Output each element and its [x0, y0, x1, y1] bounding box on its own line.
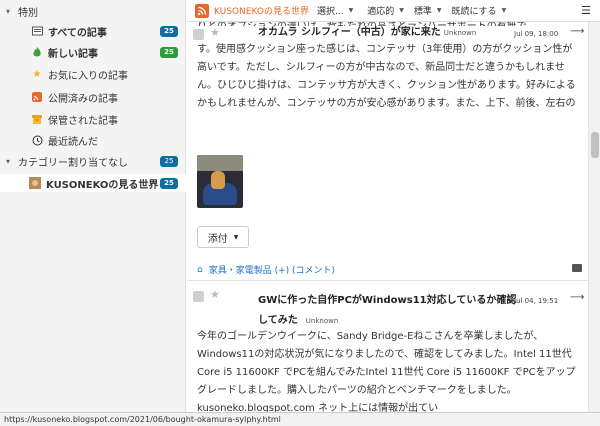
sidebar-item-label: KUSONEKOの見る世界 [46, 179, 159, 191]
sidebar-item-recently-read[interactable]: 最近読んだ [0, 131, 186, 149]
scrollbar-thumb[interactable] [591, 132, 599, 158]
unread-count-badge: 25 [160, 46, 178, 58]
article-body: す。使用感クッション座った感じは、コンテッサ（3年使用）の方がクッション性が高い… [197, 44, 576, 109]
sidebar-item-favorites[interactable]: ★ お気に入りの記事 [0, 65, 186, 83]
folder-icon [30, 24, 44, 38]
attachments-label: 添付 [207, 233, 228, 245]
sidebar-section-special[interactable]: ▾ 特別 [0, 2, 186, 20]
sidebar-item-published[interactable]: 公開済みの記事 [0, 88, 186, 106]
chevron-down-icon: ▼ [399, 7, 404, 14]
select-dropdown[interactable]: 選択... ▼ [317, 4, 353, 17]
article-title[interactable]: オカムラ シルフィー（中古）が家に来た [258, 26, 441, 40]
article-list: りとのオプションの違いは、背もたれの高さとランバーサポートの有無で ★ オカムラ… [187, 22, 588, 412]
open-article-arrow-icon[interactable]: ⟶ [570, 26, 584, 37]
collapse-triangle-icon[interactable]: ▾ [6, 157, 16, 166]
unread-count-badge: 25 [160, 25, 178, 37]
sidebar-section-label: カテゴリー割り当てなし [18, 157, 128, 169]
status-url: https://kusoneko.blogspot.com/2021/06/bo… [4, 415, 281, 424]
sort-dropdown[interactable]: 標準 ▼ [414, 4, 442, 17]
view-mode-dropdown[interactable]: 適応的 ▼ [367, 4, 404, 17]
article-tags[interactable]: ⌂ 家具・家電製品 (+) (コメント) [197, 263, 335, 277]
attachments-dropdown[interactable]: 添付 ▼ [197, 226, 249, 248]
article-date: Jul 09, 18:00 [514, 30, 559, 38]
collapse-triangle-icon[interactable]: ▾ [6, 7, 16, 16]
scrollbar[interactable] [588, 22, 600, 412]
image-wall [197, 155, 243, 171]
feed-favicon-icon [28, 176, 42, 190]
sidebar-item-label: すべての記事 [48, 27, 107, 39]
rss-icon [195, 3, 209, 18]
sidebar-item-label: 公開済みの記事 [48, 93, 118, 105]
favorite-star-icon[interactable]: ★ [210, 288, 224, 301]
sidebar-item-label: お気に入りの記事 [48, 70, 128, 82]
unread-count-badge: 25 [160, 177, 178, 189]
article-date: Jul 04, 19:51 [514, 297, 559, 305]
view-mode-label: 適応的 [367, 7, 395, 17]
archive-icon [30, 112, 44, 126]
sidebar-item-archived[interactable]: 保管された記事 [0, 110, 186, 128]
sidebar-item-all-articles[interactable]: すべての記事 25 [0, 22, 186, 40]
sidebar: ▾ 特別 すべての記事 25 新しい記事 25 ★ お気に入りの記事 公開済みの… [0, 0, 186, 426]
article-thumbnail-image[interactable] [197, 155, 243, 208]
sidebar-item-label: 最近読んだ [48, 136, 98, 148]
article-tags-text[interactable]: 家具・家電製品 (+) (コメント) [209, 263, 335, 276]
article-body: 今年のゴールデンウイークに、Sandy Bridge-Eねこさんを卒業しましたが… [197, 331, 576, 412]
tag-icon: ⌂ [197, 264, 203, 275]
unread-count-badge: 25 [160, 155, 178, 167]
favorite-star-icon[interactable]: ★ [210, 26, 224, 39]
article-header[interactable]: ★ GWに作った自作PCがWindows11対応しているか確認してみた Unkn… [187, 288, 588, 328]
chevron-down-icon: ▼ [501, 7, 507, 14]
select-dropdown-label: 選択... [316, 7, 344, 17]
history-icon [30, 133, 44, 147]
sidebar-section-uncategorized[interactable]: ▾ カテゴリー割り当てなし 25 [0, 152, 186, 170]
app-window: ▾ 特別 すべての記事 25 新しい記事 25 ★ お気に入りの記事 公開済みの… [0, 0, 600, 426]
image-cat [211, 171, 225, 189]
sort-label: 標準 [413, 7, 432, 17]
select-checkbox[interactable] [193, 29, 204, 40]
open-article-arrow-icon[interactable]: ⟶ [570, 292, 584, 303]
article-author: Unknown [305, 317, 339, 325]
rss-icon [30, 90, 44, 104]
mark-as-read-label: 既読にする [451, 7, 497, 17]
article-divider [187, 280, 588, 281]
mark-as-read-dropdown[interactable]: 既読にする ▼ [451, 4, 506, 17]
chevron-down-icon: ▼ [348, 7, 354, 14]
article-author: Unknown [443, 29, 477, 37]
sidebar-item-label: 新しい記事 [48, 48, 98, 60]
sidebar-item-feed[interactable]: KUSONEKOの見る世界 25 [0, 174, 186, 192]
star-icon: ★ [32, 68, 42, 80]
flame-icon [30, 45, 44, 59]
chevron-down-icon: ▼ [436, 7, 442, 14]
toolbar: KUSONEKOの見る世界 選択... ▼ 適応的 ▼ 標準 ▼ 既読にする ▼… [187, 0, 600, 22]
status-bar: https://kusoneko.blogspot.com/2021/06/bo… [0, 412, 600, 426]
sidebar-item-new-articles[interactable]: 新しい記事 25 [0, 43, 186, 61]
select-checkbox[interactable] [193, 291, 204, 302]
label-icon[interactable] [572, 264, 582, 272]
sidebar-section-label: 特別 [18, 7, 38, 19]
feed-title-link[interactable]: KUSONEKOの見る世界 [214, 4, 309, 17]
chevron-down-icon: ▼ [233, 233, 239, 241]
article-title[interactable]: GWに作った自作PCがWindows11対応しているか確認してみた [258, 295, 516, 326]
hamburger-menu-icon[interactable]: ☰ [581, 4, 591, 17]
sidebar-item-label: 保管された記事 [48, 115, 118, 127]
